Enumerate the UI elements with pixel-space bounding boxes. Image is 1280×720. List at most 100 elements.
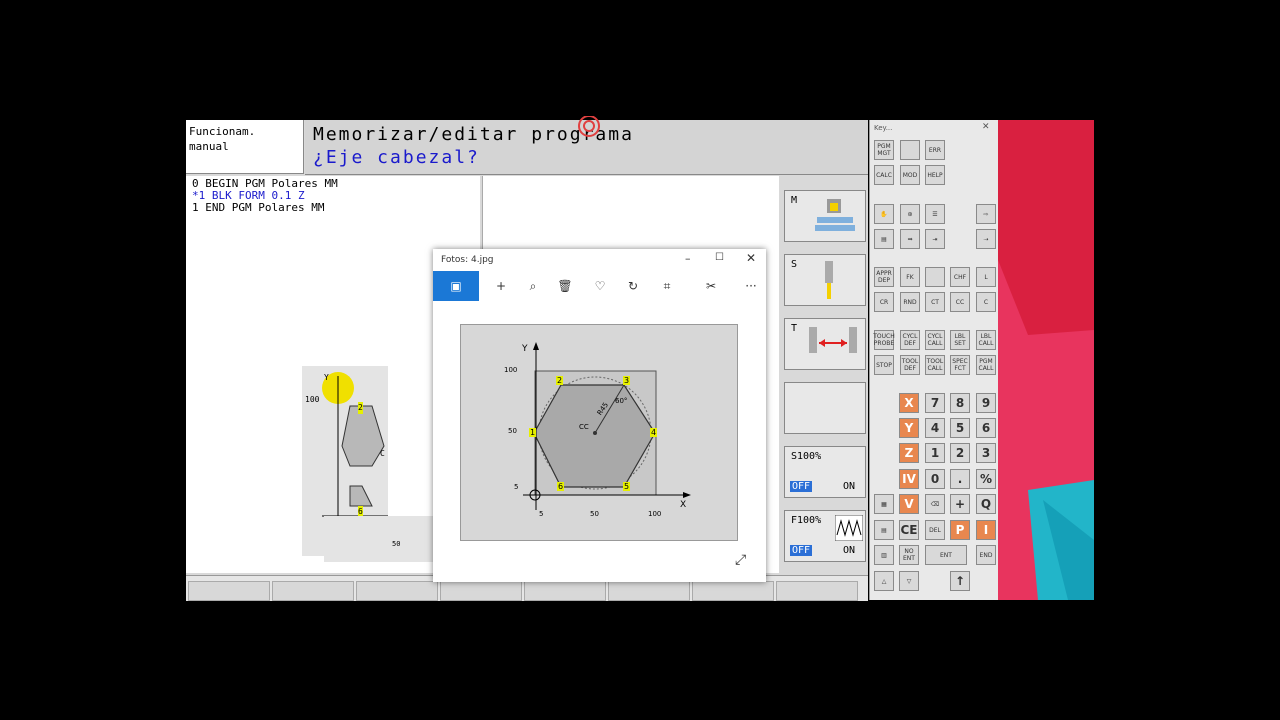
key-blank[interactable] — [900, 140, 920, 160]
key-mod[interactable]: MOD — [900, 165, 920, 185]
fullscreen-icon[interactable]: ⤢ — [735, 552, 746, 568]
key-3[interactable]: 3 — [976, 443, 996, 463]
softkey-2[interactable] — [272, 581, 354, 601]
key-stop[interactable]: STOP — [874, 355, 894, 375]
keyboard-close-icon[interactable]: ✕ — [982, 122, 990, 132]
manual-mode-icon[interactable]: ✋ — [874, 204, 894, 224]
key-cycl-call[interactable]: CYCL CALL — [925, 330, 945, 350]
key-y[interactable]: Y — [899, 418, 919, 438]
backspace-icon[interactable]: ⌫ — [925, 494, 945, 514]
spindle-override[interactable]: S100% OFF ON — [784, 446, 866, 498]
key-c[interactable]: C — [976, 292, 996, 312]
key-appr-dep[interactable]: APPR DEP — [874, 267, 894, 287]
empty-panel-button[interactable] — [784, 382, 866, 434]
key-end[interactable]: END — [976, 545, 996, 565]
heart-icon[interactable]: ♡ — [584, 271, 616, 301]
feed-override[interactable]: F100% OFF ON — [784, 510, 866, 562]
key-lbl-call[interactable]: LBL CALL — [976, 330, 996, 350]
m-function-button[interactable]: M — [784, 190, 866, 242]
key-no-ent[interactable]: NO ENT — [899, 545, 919, 565]
softkey-4[interactable] — [440, 581, 522, 601]
more-icon[interactable]: ··· — [735, 271, 767, 301]
full-sequence-icon[interactable]: ⇛ — [900, 229, 920, 249]
key-0[interactable]: 0 — [925, 469, 945, 489]
softkey-6[interactable] — [608, 581, 690, 601]
key-i[interactable]: I — [976, 520, 996, 540]
key-touch-probe[interactable]: TOUCH PROBE — [873, 330, 895, 350]
key-lbl-set[interactable]: LBL SET — [950, 330, 970, 350]
softkey-1[interactable] — [188, 581, 270, 601]
key-plus[interactable]: + — [950, 494, 970, 514]
image-icon[interactable]: ▣ — [433, 271, 479, 301]
key-z[interactable]: Z — [899, 443, 919, 463]
key-7[interactable]: 7 — [925, 393, 945, 413]
page-down-icon[interactable]: ▤ — [874, 520, 894, 540]
key-cycl-def[interactable]: CYCL DEF — [900, 330, 920, 350]
key-6[interactable]: 6 — [976, 418, 996, 438]
single-block-icon[interactable]: ▤ — [874, 229, 894, 249]
cursor-up-icon[interactable]: ↑ — [950, 571, 970, 591]
key-v[interactable]: V — [899, 494, 919, 514]
key-9[interactable]: 9 — [976, 393, 996, 413]
delete-icon[interactable]: 🗑︎ — [549, 271, 581, 301]
handwheel-icon[interactable]: ⊛ — [900, 204, 920, 224]
spindle-button[interactable]: S — [784, 254, 866, 306]
close-icon[interactable]: ✕ — [746, 251, 756, 265]
arrow-down-icon[interactable]: ▽ — [899, 571, 919, 591]
add-icon[interactable]: + — [485, 271, 517, 301]
key-fk[interactable]: FK — [900, 267, 920, 287]
mdi-icon[interactable]: ☰ — [925, 204, 945, 224]
key-4[interactable]: 4 — [925, 418, 945, 438]
key-chf[interactable]: CHF — [950, 267, 970, 287]
key-del[interactable]: DEL — [925, 520, 945, 540]
key-pgm-call[interactable]: PGM CALL — [976, 355, 996, 375]
key-ct[interactable]: CT — [925, 292, 945, 312]
key-l[interactable]: L — [976, 267, 996, 287]
program-run-icon[interactable]: ⇨ — [976, 204, 996, 224]
edit-mode-icon[interactable]: ⇢ — [976, 229, 996, 249]
key-rnd[interactable]: RND — [900, 292, 920, 312]
key-calc[interactable]: CALC — [874, 165, 894, 185]
key-spec-fct[interactable]: SPEC FCT — [950, 355, 970, 375]
key-cr[interactable]: CR — [874, 292, 894, 312]
f-off-badge[interactable]: OFF — [790, 545, 813, 556]
key-ce[interactable]: CE — [899, 520, 919, 540]
key-tool-call[interactable]: TOOL CALL — [925, 355, 945, 375]
key-8[interactable]: 8 — [950, 393, 970, 413]
key-ent[interactable]: ENT — [925, 545, 967, 565]
key-2[interactable]: 2 — [950, 443, 970, 463]
page-up-icon[interactable]: ▥ — [874, 545, 894, 565]
key-blank-2[interactable] — [925, 267, 945, 287]
key-1[interactable]: 1 — [925, 443, 945, 463]
softkey-5[interactable] — [524, 581, 606, 601]
edit-icon[interactable]: ✂ — [695, 271, 727, 301]
s-off-badge[interactable]: OFF — [790, 481, 813, 492]
key-iv[interactable]: IV — [899, 469, 919, 489]
crop-icon[interactable]: ⌗ — [651, 271, 683, 301]
arrow-up-icon[interactable]: △ — [874, 571, 894, 591]
tool-button[interactable]: T — [784, 318, 866, 370]
key-5[interactable]: 5 — [950, 418, 970, 438]
key-help[interactable]: HELP — [925, 165, 945, 185]
softkey-3[interactable] — [356, 581, 438, 601]
keyboard-title-bar[interactable]: Key... ✕ — [870, 120, 998, 138]
key-dot[interactable]: . — [950, 469, 970, 489]
photos-title-bar[interactable]: Fotos: 4.jpg – ☐ ✕ — [433, 249, 766, 271]
test-run-icon[interactable]: ⇥ — [925, 229, 945, 249]
maximize-icon[interactable]: ☐ — [715, 252, 724, 263]
key-pgm-mgt[interactable]: PGM MGT — [874, 140, 894, 160]
program-line[interactable]: 1 END PGM Polares MM — [192, 202, 474, 214]
key-cc[interactable]: CC — [950, 292, 970, 312]
key-q[interactable]: Q — [976, 494, 996, 514]
s-on-label[interactable]: ON — [843, 481, 855, 492]
key-x[interactable]: X — [899, 393, 919, 413]
key-err[interactable]: ERR — [925, 140, 945, 160]
minimize-icon[interactable]: – — [685, 252, 691, 265]
key-sign[interactable]: % — [976, 469, 996, 489]
page-icon[interactable]: ▦ — [874, 494, 894, 514]
zoom-icon[interactable]: ⌕ — [517, 271, 549, 301]
softkey-7[interactable] — [692, 581, 774, 601]
f-on-label[interactable]: ON — [843, 545, 855, 556]
rotate-icon[interactable]: ↻ — [617, 271, 649, 301]
key-tool-def[interactable]: TOOL DEF — [900, 355, 920, 375]
